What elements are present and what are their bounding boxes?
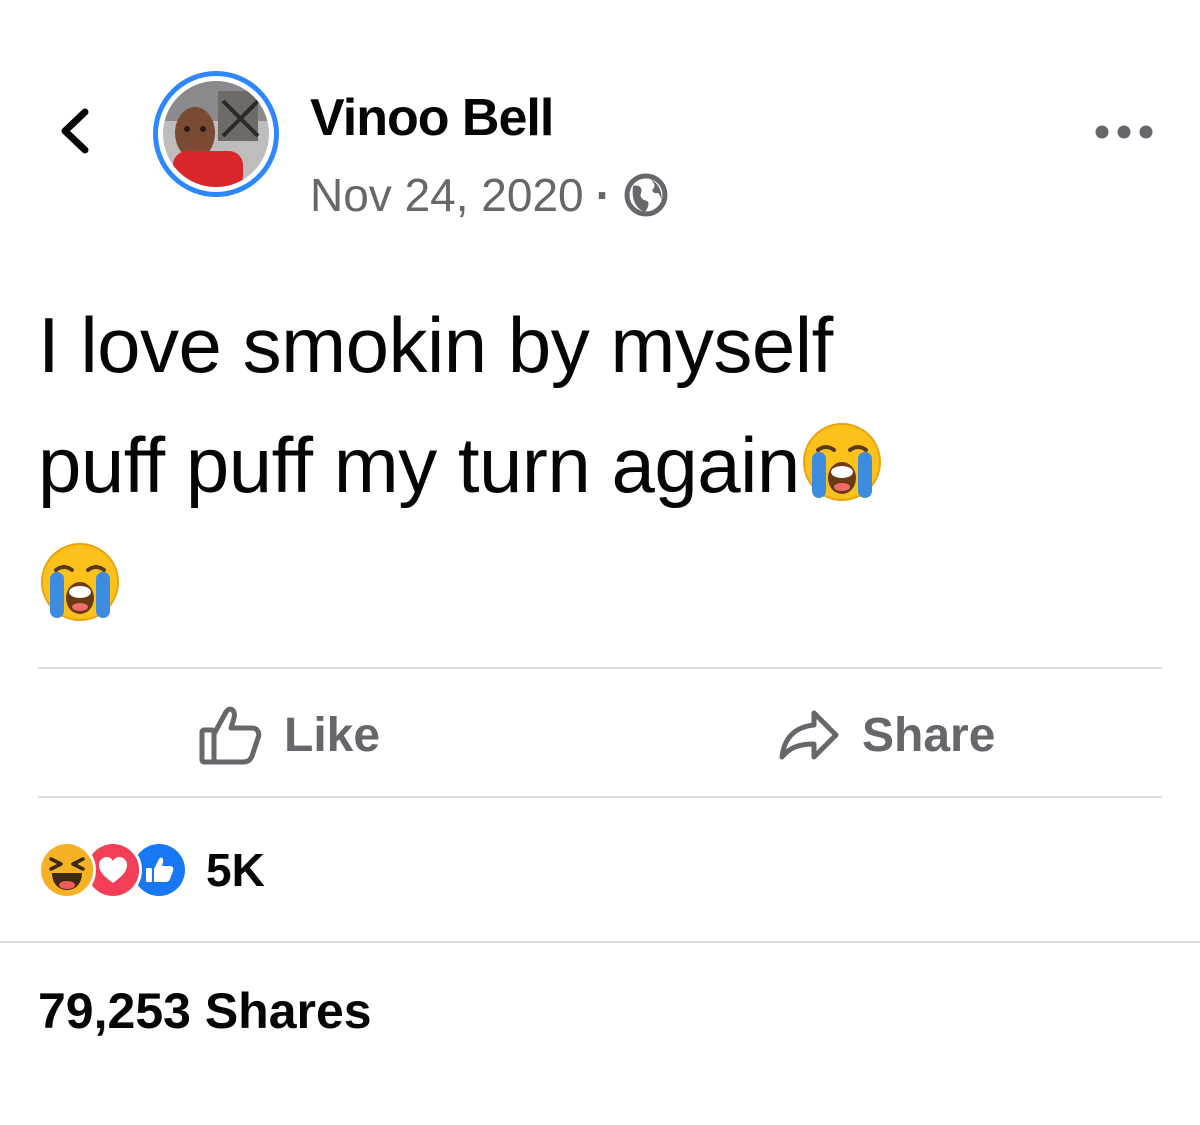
divider <box>0 941 1200 943</box>
author-name[interactable]: Vinoo Bell <box>310 88 554 148</box>
post-text: I love smokin by myself puff puff my tur… <box>38 285 1158 645</box>
crying-face-emoji-icon <box>800 417 884 501</box>
reaction-count: 5K <box>206 844 265 896</box>
crying-face-emoji-icon <box>38 537 122 621</box>
profile-photo <box>163 81 269 187</box>
divider <box>38 796 1162 798</box>
post-text-line-with-emoji: puff puff my turn again <box>38 405 1158 525</box>
reactions-summary[interactable]: 5K <box>38 840 265 900</box>
thumbs-up-icon <box>199 706 262 765</box>
share-label: Share <box>862 708 996 762</box>
shares-count[interactable]: 79,253 Shares <box>38 982 372 1040</box>
post-meta: Nov 24, 2020 · <box>310 165 669 225</box>
post-text-line: I love smokin by myself <box>38 301 833 389</box>
divider <box>38 667 1162 669</box>
meta-separator: · <box>595 169 611 221</box>
like-label: Like <box>284 708 381 762</box>
back-button[interactable] <box>50 106 100 156</box>
avatar[interactable] <box>153 71 279 197</box>
post-date[interactable]: Nov 24, 2020 <box>310 168 584 222</box>
like-button[interactable]: Like <box>198 695 380 775</box>
globe-icon[interactable] <box>623 172 669 218</box>
haha-reaction-icon <box>38 841 96 899</box>
more-horizontal-icon <box>1095 125 1153 139</box>
share-button[interactable]: Share <box>778 695 995 775</box>
post-text-line: puff puff my turn again <box>38 421 800 509</box>
chevron-left-icon <box>61 108 89 154</box>
share-arrow-icon <box>779 710 839 760</box>
more-options-button[interactable] <box>1092 112 1156 152</box>
post-text-line-emoji <box>38 525 1158 645</box>
